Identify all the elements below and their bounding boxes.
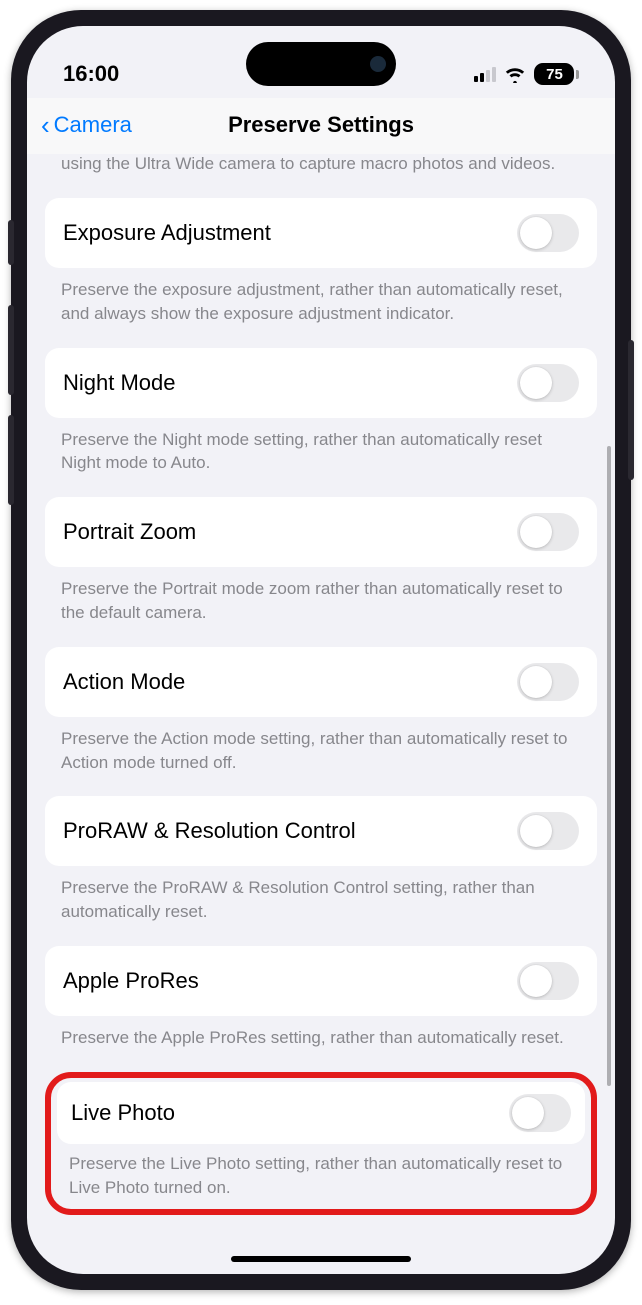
front-camera [370,56,386,72]
page-title: Preserve Settings [228,112,414,138]
setting-prores: Apple ProRes Preserve the Apple ProRes s… [45,946,597,1054]
phone-frame: 16:00 75 ‹ Camera Preserve Settings [11,10,631,1290]
status-time: 16:00 [63,61,119,87]
toggle-livephoto[interactable] [509,1094,571,1132]
setting-label: Exposure Adjustment [63,220,271,246]
volume-up-button [8,305,14,395]
setting-row-livephoto[interactable]: Live Photo [57,1082,585,1144]
toggle-night[interactable] [517,364,579,402]
setting-proraw: ProRAW & Resolution Control Preserve the… [45,796,597,928]
setting-row-prores[interactable]: Apple ProRes [45,946,597,1016]
setting-row-action[interactable]: Action Mode [45,647,597,717]
toggle-prores[interactable] [517,962,579,1000]
setting-label: Action Mode [63,669,185,695]
back-button[interactable]: ‹ Camera [41,110,132,141]
toggle-action[interactable] [517,663,579,701]
setting-label: Live Photo [71,1100,175,1126]
setting-footer: Preserve the Night mode setting, rather … [45,418,597,480]
volume-down-button [8,415,14,505]
toggle-proraw[interactable] [517,812,579,850]
setting-row-night[interactable]: Night Mode [45,348,597,418]
battery-icon: 75 [534,63,579,85]
status-right: 75 [474,63,579,85]
wifi-icon [504,65,526,83]
screen: 16:00 75 ‹ Camera Preserve Settings [27,26,615,1274]
setting-row-exposure[interactable]: Exposure Adjustment [45,198,597,268]
setting-footer: Preserve the Portrait mode zoom rather t… [45,567,597,629]
partial-footer-macro: using the Ultra Wide camera to capture m… [45,153,597,198]
setting-label: Portrait Zoom [63,519,196,545]
scroll-indicator[interactable] [607,446,611,1086]
setting-row-proraw[interactable]: ProRAW & Resolution Control [45,796,597,866]
mute-switch [8,220,14,265]
setting-portrait: Portrait Zoom Preserve the Portrait mode… [45,497,597,629]
setting-footer: Preserve the Live Photo setting, rather … [57,1144,585,1202]
setting-footer: Preserve the Apple ProRes setting, rathe… [45,1016,597,1054]
highlight-live-photo: Live Photo Preserve the Live Photo setti… [45,1072,597,1216]
cellular-icon [474,66,496,82]
toggle-exposure[interactable] [517,214,579,252]
setting-exposure: Exposure Adjustment Preserve the exposur… [45,198,597,330]
setting-label: ProRAW & Resolution Control [63,818,356,844]
chevron-left-icon: ‹ [41,110,50,141]
setting-night: Night Mode Preserve the Night mode setti… [45,348,597,480]
toggle-portrait[interactable] [517,513,579,551]
home-indicator[interactable] [231,1256,411,1262]
setting-row-portrait[interactable]: Portrait Zoom [45,497,597,567]
setting-footer: Preserve the ProRAW & Resolution Control… [45,866,597,928]
power-button [628,340,634,480]
setting-label: Night Mode [63,370,176,396]
setting-action: Action Mode Preserve the Action mode set… [45,647,597,779]
dynamic-island [246,42,396,86]
nav-bar: ‹ Camera Preserve Settings [27,98,615,154]
setting-footer: Preserve the exposure adjustment, rather… [45,268,597,330]
settings-content[interactable]: using the Ultra Wide camera to capture m… [27,153,615,1245]
setting-footer: Preserve the Action mode setting, rather… [45,717,597,779]
setting-label: Apple ProRes [63,968,199,994]
back-label: Camera [54,112,132,138]
